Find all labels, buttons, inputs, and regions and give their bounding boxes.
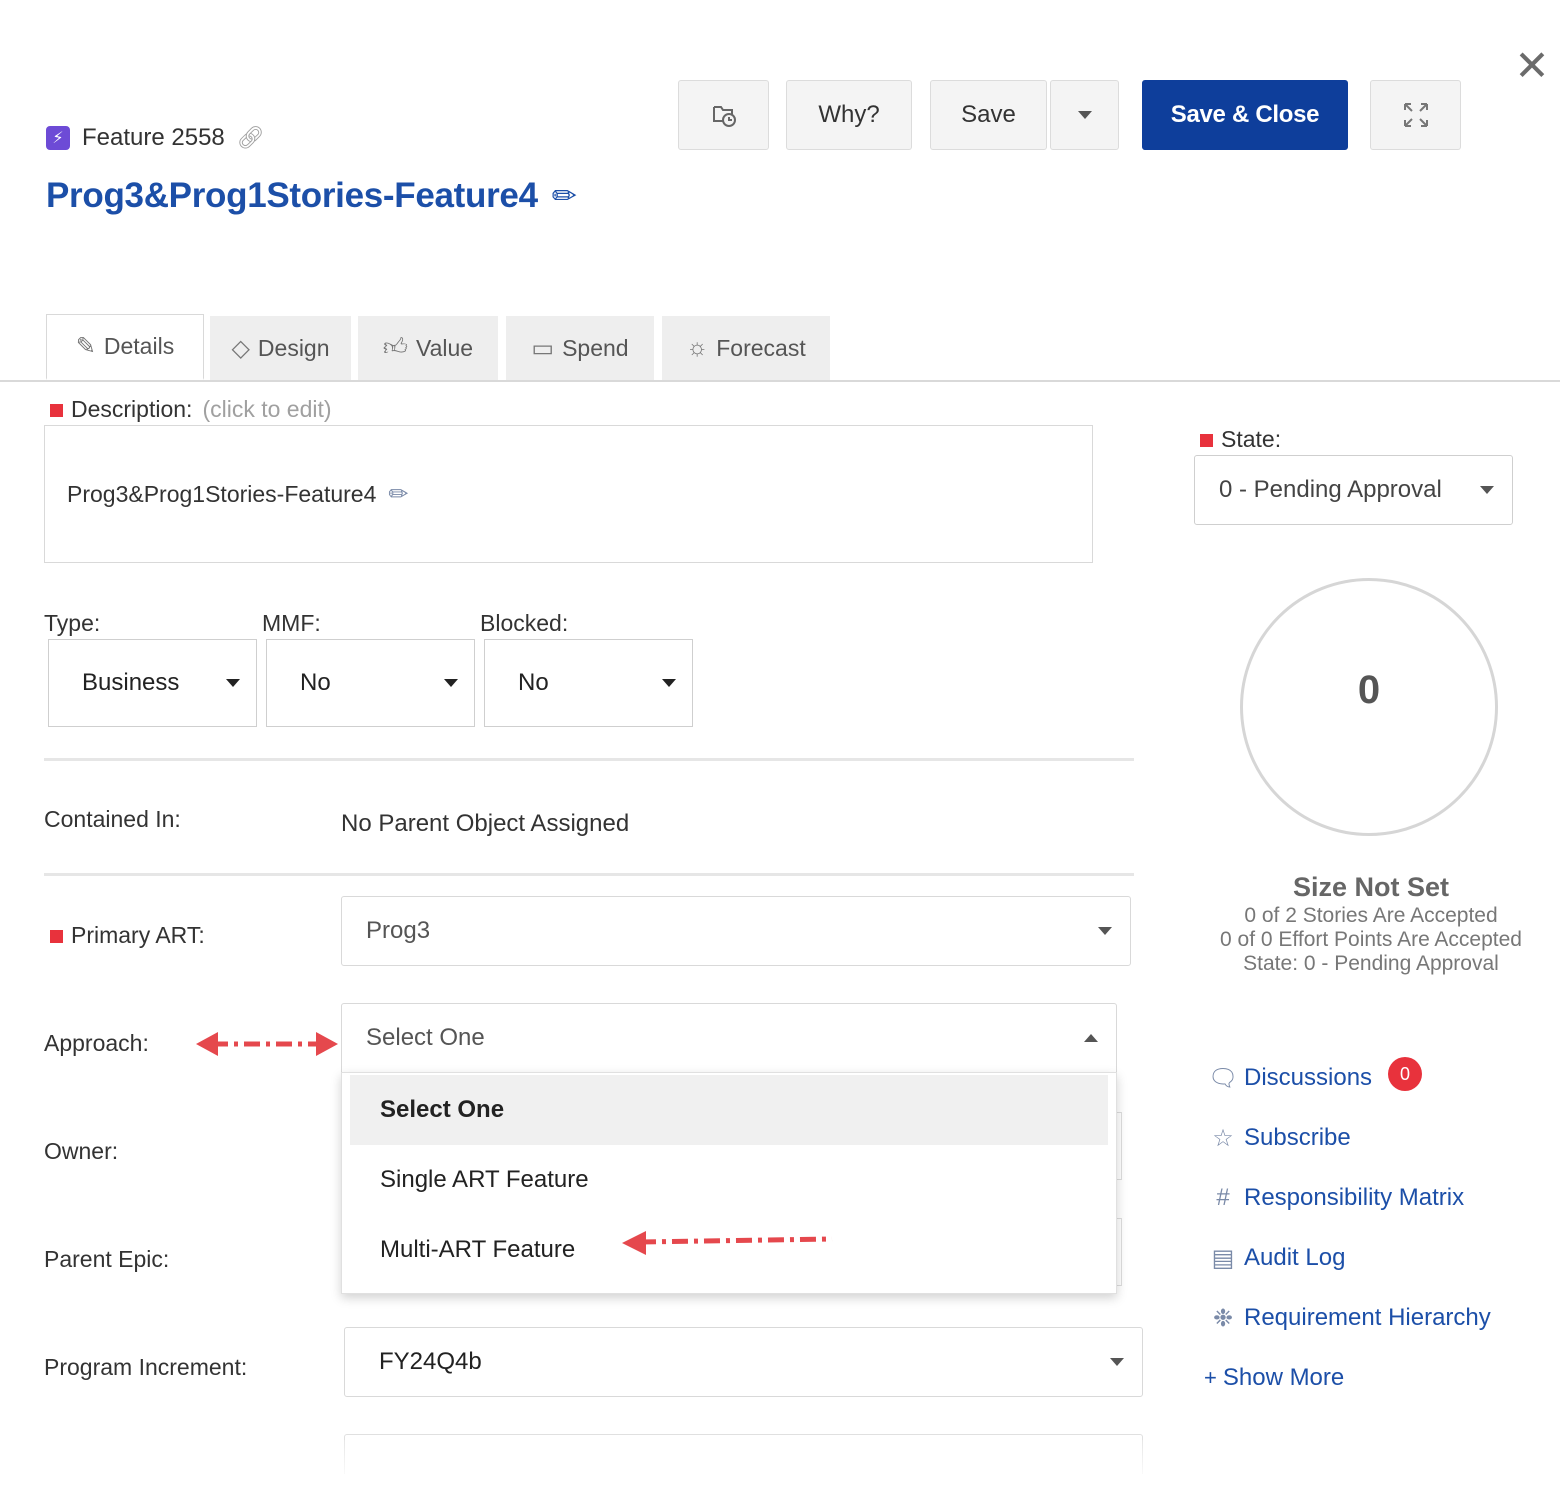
description-label: Description: (click to edit) — [50, 396, 332, 423]
money-icon: ▭ — [531, 334, 555, 362]
title-text: Prog3&Prog1Stories-Feature4 — [46, 176, 538, 215]
approach-label: Approach: — [44, 1030, 149, 1056]
parent-epic-label: Parent Epic: — [44, 1246, 170, 1272]
page-title[interactable]: Prog3&Prog1Stories-Feature4 ✏︎ — [46, 176, 577, 216]
contained-in-label: Contained In: — [44, 806, 181, 832]
section-divider — [44, 758, 1134, 761]
requirement-hierarchy-link[interactable]: ❉ Requirement Hierarchy — [1208, 1300, 1491, 1336]
required-marker — [50, 404, 63, 418]
type-label: Type: — [44, 610, 101, 636]
feature-type-icon: ⚡ — [46, 126, 70, 150]
stories-accepted: 0 of 2 Stories Are Accepted — [1244, 904, 1498, 927]
approach-select[interactable]: Select One — [341, 1003, 1117, 1073]
size-title: Size Not Set — [1292, 872, 1450, 902]
annotation-left-arrow — [622, 1231, 833, 1255]
responsibility-matrix-link[interactable]: # Responsibility Matrix — [1208, 1180, 1464, 1216]
discussions-link[interactable]: 🗨︎ Discussions 0 — [1208, 1057, 1423, 1096]
section-divider — [44, 873, 1134, 876]
close-icon[interactable]: ✕ — [1512, 45, 1552, 87]
hierarchy-icon: ❉ — [1212, 1304, 1234, 1332]
mmf-select[interactable]: No — [266, 639, 475, 727]
chevron-up-icon — [1084, 1034, 1098, 1042]
description-hint[interactable]: (click to edit) — [202, 396, 331, 422]
tabs-divider — [0, 380, 1560, 382]
plus-icon: + — [1204, 1365, 1217, 1390]
blocked-select[interactable]: No — [484, 639, 693, 727]
approach-dropdown-list: Select One Single ART Feature Multi-ART … — [341, 1072, 1117, 1294]
folder-clock-icon — [712, 106, 736, 127]
edit-pencil-icon[interactable]: ✏︎ — [552, 179, 577, 214]
chevron-down-icon — [1110, 1358, 1124, 1366]
progress-gauge: 0 — [1240, 578, 1498, 836]
description-field[interactable]: Prog3&Prog1Stories-Feature4 ✏︎ — [44, 425, 1093, 563]
annotation-double-arrow — [196, 1032, 338, 1056]
move-to-folder-button[interactable] — [678, 80, 769, 150]
effort-accepted: 0 of 0 Effort Points Are Accepted — [1220, 928, 1522, 951]
feature-id-row: ⚡ Feature 2558 🔗︎ — [46, 120, 265, 156]
pencil-icon: ✎ — [75, 333, 96, 360]
tab-forecast[interactable]: ☼ Forecast — [662, 316, 830, 380]
star-icon: ☆ — [1212, 1124, 1234, 1152]
chevron-down-icon — [1077, 111, 1092, 119]
grid-icon: # — [1216, 1184, 1230, 1211]
owner-label: Owner: — [44, 1138, 119, 1164]
tab-design[interactable]: ◇ Design — [210, 316, 351, 380]
description-value: Prog3&Prog1Stories-Feature4 — [67, 480, 377, 507]
type-select[interactable]: Business — [48, 639, 257, 727]
chat-icon: 🗨︎ — [1208, 1064, 1239, 1092]
chevron-down-icon — [662, 679, 676, 687]
chevron-down-icon — [1480, 486, 1494, 494]
dropdown-option-select-one[interactable]: Select One — [350, 1075, 1108, 1145]
program-increment-select[interactable]: FY24Q4b — [344, 1327, 1143, 1397]
contained-in-value: No Parent Object Assigned — [341, 810, 630, 837]
tab-value[interactable]: 👍︎ Value — [358, 316, 498, 380]
feature-id: Feature 2558 — [82, 124, 225, 151]
mmf-label: MMF: — [262, 610, 321, 636]
tab-details[interactable]: ✎ Details — [46, 314, 204, 380]
required-marker — [50, 930, 63, 944]
gauge-value: 0 — [1357, 667, 1381, 712]
primary-art-select[interactable]: Prog3 — [341, 896, 1131, 966]
subscribe-link[interactable]: ☆ Subscribe — [1208, 1120, 1351, 1156]
blocked-label: Blocked: — [480, 610, 569, 636]
dropdown-option-single-art[interactable]: Single ART Feature — [350, 1145, 1108, 1215]
thumbs-up-icon: 👍︎ — [382, 334, 408, 361]
save-options-dropdown[interactable] — [1050, 80, 1119, 150]
expand-icon — [1403, 103, 1428, 127]
chevron-down-icon — [226, 679, 240, 687]
link-icon[interactable]: 🔗︎ — [237, 125, 265, 151]
edit-pencil-icon[interactable]: ✏︎ — [388, 480, 408, 509]
discussions-count-badge: 0 — [1388, 1057, 1423, 1091]
sun-icon: ☼ — [686, 334, 709, 361]
document-icon: ▤ — [1211, 1244, 1235, 1272]
save-button[interactable]: Save — [930, 80, 1047, 150]
tab-spend[interactable]: ▭ Spend — [506, 316, 654, 380]
primary-art-label: Primary ART: — [50, 922, 205, 949]
diamond-icon: ◇ — [231, 334, 250, 362]
audit-log-link[interactable]: ▤ Audit Log — [1208, 1240, 1346, 1276]
required-marker — [1200, 434, 1213, 448]
state-select[interactable]: 0 - Pending Approval — [1194, 455, 1513, 525]
program-increment-label: Program Increment: — [44, 1354, 248, 1380]
state-label: State: — [1200, 426, 1281, 453]
chevron-down-icon — [1098, 927, 1112, 935]
show-more-link[interactable]: + Show More — [1204, 1360, 1344, 1396]
expand-button[interactable] — [1370, 80, 1461, 150]
state-summary: State: 0 - Pending Approval — [1243, 952, 1499, 975]
chevron-down-icon — [444, 679, 458, 687]
why-button[interactable]: Why? — [786, 80, 912, 150]
bottom-fade — [0, 1440, 1560, 1512]
save-close-button[interactable]: Save & Close — [1142, 80, 1348, 150]
